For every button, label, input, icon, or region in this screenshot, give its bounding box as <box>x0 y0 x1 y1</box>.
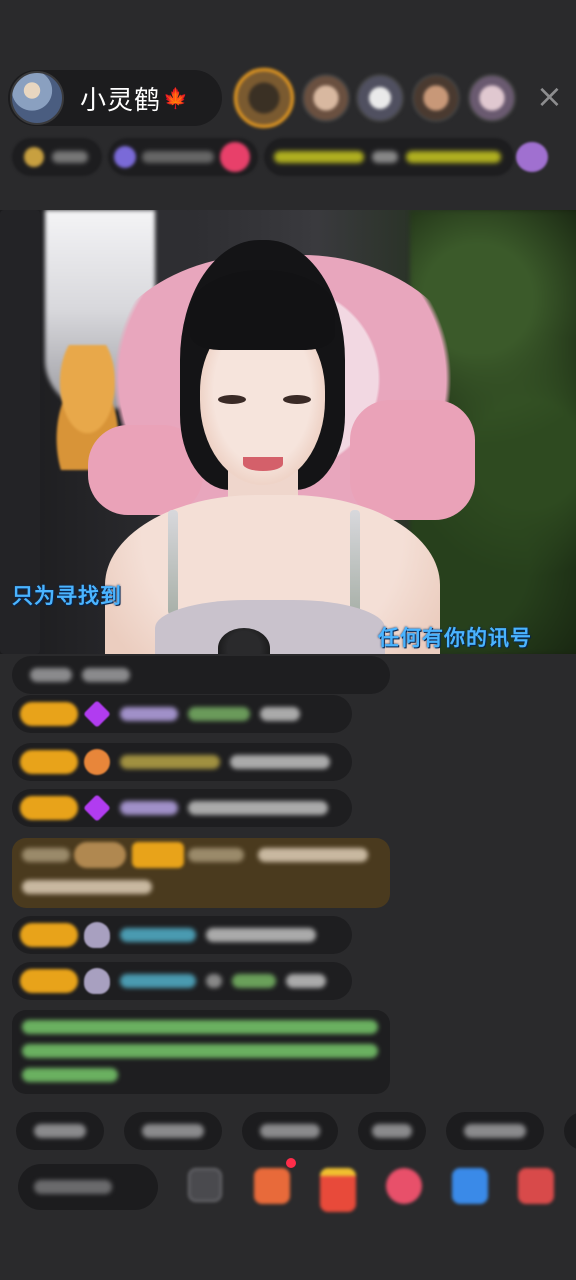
gift-icon[interactable] <box>516 142 548 172</box>
quick-reply-chip[interactable] <box>358 1112 426 1150</box>
fan-badge <box>20 796 78 820</box>
live-video[interactable]: 只为寻找到 任何有你的讯号 <box>0 210 576 654</box>
quick-reply-chip[interactable] <box>564 1112 576 1150</box>
chat-message[interactable] <box>12 789 352 827</box>
lyric-line-left: 只为寻找到 <box>12 584 122 608</box>
event-banner[interactable] <box>264 138 514 176</box>
viewer-avatar-4[interactable] <box>412 74 460 122</box>
fan-badge <box>20 969 78 993</box>
quick-reply-chip[interactable] <box>242 1112 338 1150</box>
comment-input[interactable] <box>18 1164 158 1210</box>
lyric-line-right: 任何有你的讯号 <box>378 626 532 650</box>
viewer-avatar-1[interactable] <box>234 68 294 128</box>
fan-badge <box>20 750 78 774</box>
rank-chip[interactable] <box>12 138 102 176</box>
fan-badge <box>132 842 184 868</box>
activity-banner-row <box>12 138 560 176</box>
orange-badge-icon <box>84 749 110 775</box>
quick-reply-chip[interactable] <box>124 1112 222 1150</box>
pk-icon[interactable] <box>386 1168 422 1204</box>
system-notice <box>12 1010 390 1094</box>
more-icon[interactable] <box>188 1168 222 1202</box>
gift-icon[interactable] <box>518 1168 554 1204</box>
chat-message[interactable] <box>12 695 352 733</box>
chat-message[interactable] <box>12 656 390 694</box>
viewer-avatar-3[interactable] <box>356 74 404 122</box>
maple-leaf-icon: 🍁 <box>163 86 188 110</box>
close-icon[interactable]: × <box>536 80 563 112</box>
chat-message[interactable] <box>12 916 352 954</box>
viewer-avatar-2[interactable] <box>302 74 350 122</box>
chat-message[interactable] <box>12 743 352 781</box>
popularity-chip[interactable] <box>108 138 258 176</box>
viewer-avatar-5[interactable] <box>468 74 516 122</box>
quick-reply-chip[interactable] <box>446 1112 544 1150</box>
diamond-icon <box>83 794 111 822</box>
ghost-avatar-icon <box>84 968 110 994</box>
fan-badge <box>20 923 78 947</box>
fan-badge <box>20 702 78 726</box>
chat-message[interactable] <box>12 962 352 1000</box>
host-avatar[interactable] <box>10 71 64 125</box>
host-info-pill[interactable]: 小灵鹤 🍁 <box>8 70 222 126</box>
fan-club-icon[interactable] <box>254 1168 290 1204</box>
game-icon[interactable] <box>452 1168 488 1204</box>
quick-reply-chip[interactable] <box>16 1112 104 1150</box>
diamond-icon <box>83 700 111 728</box>
notification-dot <box>286 1158 296 1168</box>
host-name: 小灵鹤 <box>80 85 162 116</box>
ghost-avatar-icon <box>84 922 110 948</box>
gift-box-icon[interactable] <box>320 1168 356 1212</box>
gift-message[interactable] <box>12 838 390 908</box>
